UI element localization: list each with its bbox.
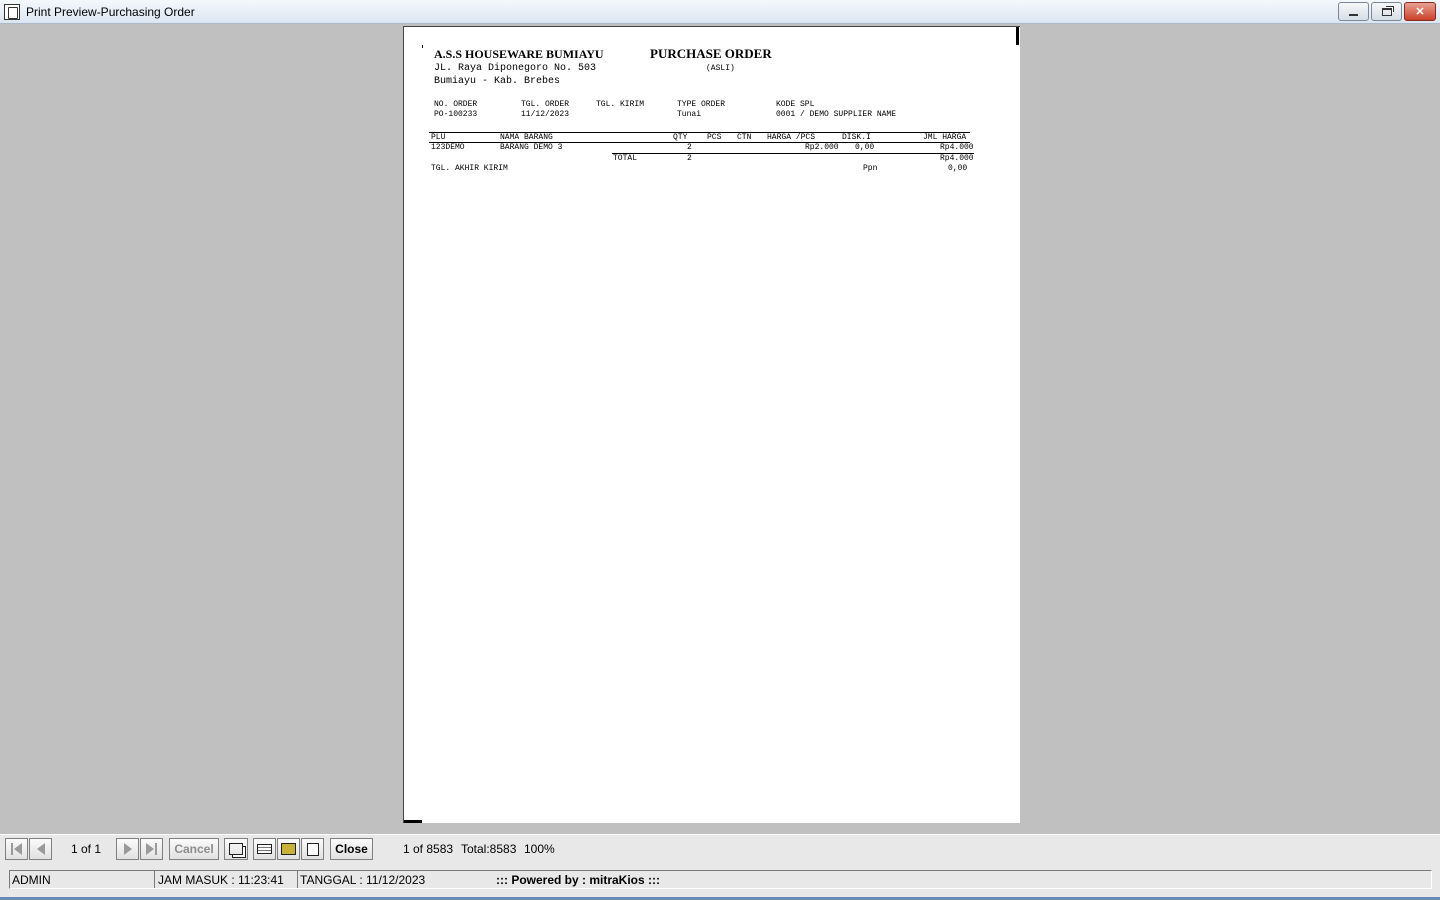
zoom-level: 100% [524, 842, 555, 856]
value-kode-spl: 0001 / DEMO SUPPLIER NAME [776, 110, 897, 119]
ppn-value: 0,00 [948, 164, 968, 173]
window-title: Print Preview-Purchasing Order [26, 4, 195, 19]
export-button[interactable] [277, 838, 300, 860]
restore-icon [1381, 7, 1392, 16]
row-plu: 123DEMO [431, 143, 465, 152]
header-tgl-order: TGL. ORDER [521, 100, 570, 109]
status-bar: ADMIN JAM MASUK : 11:23:41 TANGGAL : 11/… [0, 862, 1440, 900]
value-tgl-order: 11/12/2023 [521, 110, 570, 119]
status-tanggal: TANGGAL : 11/12/2023 [300, 873, 426, 887]
col-qty: QTY [673, 133, 688, 142]
record-indicator: 1 of 8583 [403, 842, 454, 856]
window-controls: ✕ [1338, 2, 1436, 21]
last-page-button[interactable] [140, 838, 163, 860]
page-indicator: 1 of 1 [71, 842, 102, 856]
header-type-order: TYPE ORDER [677, 100, 726, 109]
col-plu: PLU [431, 133, 446, 142]
app-icon[interactable] [4, 3, 20, 20]
first-page-icon [11, 843, 22, 855]
total-records: Total:8583 [461, 842, 517, 856]
col-nama-barang: NAMA BARANG [500, 133, 553, 142]
find-button[interactable] [301, 838, 324, 860]
page-tick-mark [422, 45, 423, 48]
value-type-order: Tunai [677, 110, 702, 119]
header-tgl-kirim: TGL. KIRIM [596, 100, 645, 109]
preview-area[interactable]: A.S.S HOUSEWARE BUMIAYU JL. Raya Diponeg… [0, 25, 1440, 833]
page-corner-mark [404, 820, 422, 823]
status-user: ADMIN [12, 873, 51, 887]
col-disk: DISK.I [842, 133, 871, 142]
export-icon [281, 843, 296, 855]
close-icon: ✕ [1415, 6, 1425, 18]
tgl-akhir-kirim-label: TGL. AKHIR KIRIM [431, 164, 508, 173]
row-harga-pcs: Rp2.000 [805, 143, 839, 152]
minimize-icon [1349, 13, 1358, 16]
doc-title: PURCHASE ORDER [650, 46, 772, 61]
row-jml-harga: Rp4.000 [940, 143, 974, 152]
page-setup-button[interactable] [224, 838, 248, 860]
company-name: A.S.S HOUSEWARE BUMIAYU [434, 47, 604, 61]
total-qty: 2 [687, 154, 692, 163]
status-powered-by: ::: Powered by : mitraKios ::: [496, 873, 661, 887]
address-line1: JL. Raya Diponegoro No. 503 [434, 63, 597, 74]
next-page-button[interactable] [116, 838, 139, 860]
total-amount: Rp4.000 [940, 154, 974, 163]
title-bar: Print Preview-Purchasing Order ✕ [0, 0, 1440, 24]
prev-page-icon [36, 843, 45, 855]
restore-button[interactable] [1371, 2, 1402, 21]
col-jml-harga: JML HARGA [923, 133, 967, 142]
last-page-icon [146, 843, 157, 855]
value-no-order: PO-100233 [434, 110, 478, 119]
page-setup-icon [229, 843, 243, 855]
row-disk: 0,00 [855, 143, 875, 152]
minimize-button[interactable] [1338, 2, 1369, 21]
col-harga-pcs: HARGA /PCS [767, 133, 816, 142]
preview-toolbar: 1 of 1 Cancel Close 1 of 8583 Total:8583… [0, 834, 1440, 862]
print-button[interactable] [253, 838, 276, 860]
status-jam-masuk: JAM MASUK : 11:23:41 [158, 873, 284, 887]
address-line2: Bumiayu - Kab. Brebes [434, 76, 561, 87]
status-divider [297, 871, 298, 888]
status-panel: ADMIN JAM MASUK : 11:23:41 TANGGAL : 11/… [9, 870, 1432, 889]
total-label: TOTAL [613, 154, 638, 163]
prev-page-button[interactable] [29, 838, 52, 860]
ppn-label: Ppn [863, 164, 878, 173]
row-nama-barang: BARANG DEMO 3 [500, 143, 563, 152]
first-page-button[interactable] [5, 838, 28, 860]
total-line [612, 153, 974, 154]
col-pcs: PCS [707, 133, 722, 142]
status-divider [154, 871, 155, 888]
next-page-icon [123, 843, 132, 855]
find-icon [306, 842, 319, 856]
row-qty: 2 [687, 143, 692, 152]
col-ctn: CTN [737, 133, 752, 142]
print-icon [257, 844, 272, 854]
close-window-button[interactable]: ✕ [1404, 2, 1436, 21]
close-button[interactable]: Close [330, 838, 373, 860]
header-kode-spl: KODE SPL [776, 100, 815, 109]
cancel-button[interactable]: Cancel [169, 838, 219, 860]
report-page: A.S.S HOUSEWARE BUMIAYU JL. Raya Diponeg… [403, 26, 1020, 823]
doc-copy-label: (ASLI) [706, 64, 735, 73]
page-corner-mark [1016, 27, 1019, 45]
header-no-order: NO. ORDER [434, 100, 478, 109]
